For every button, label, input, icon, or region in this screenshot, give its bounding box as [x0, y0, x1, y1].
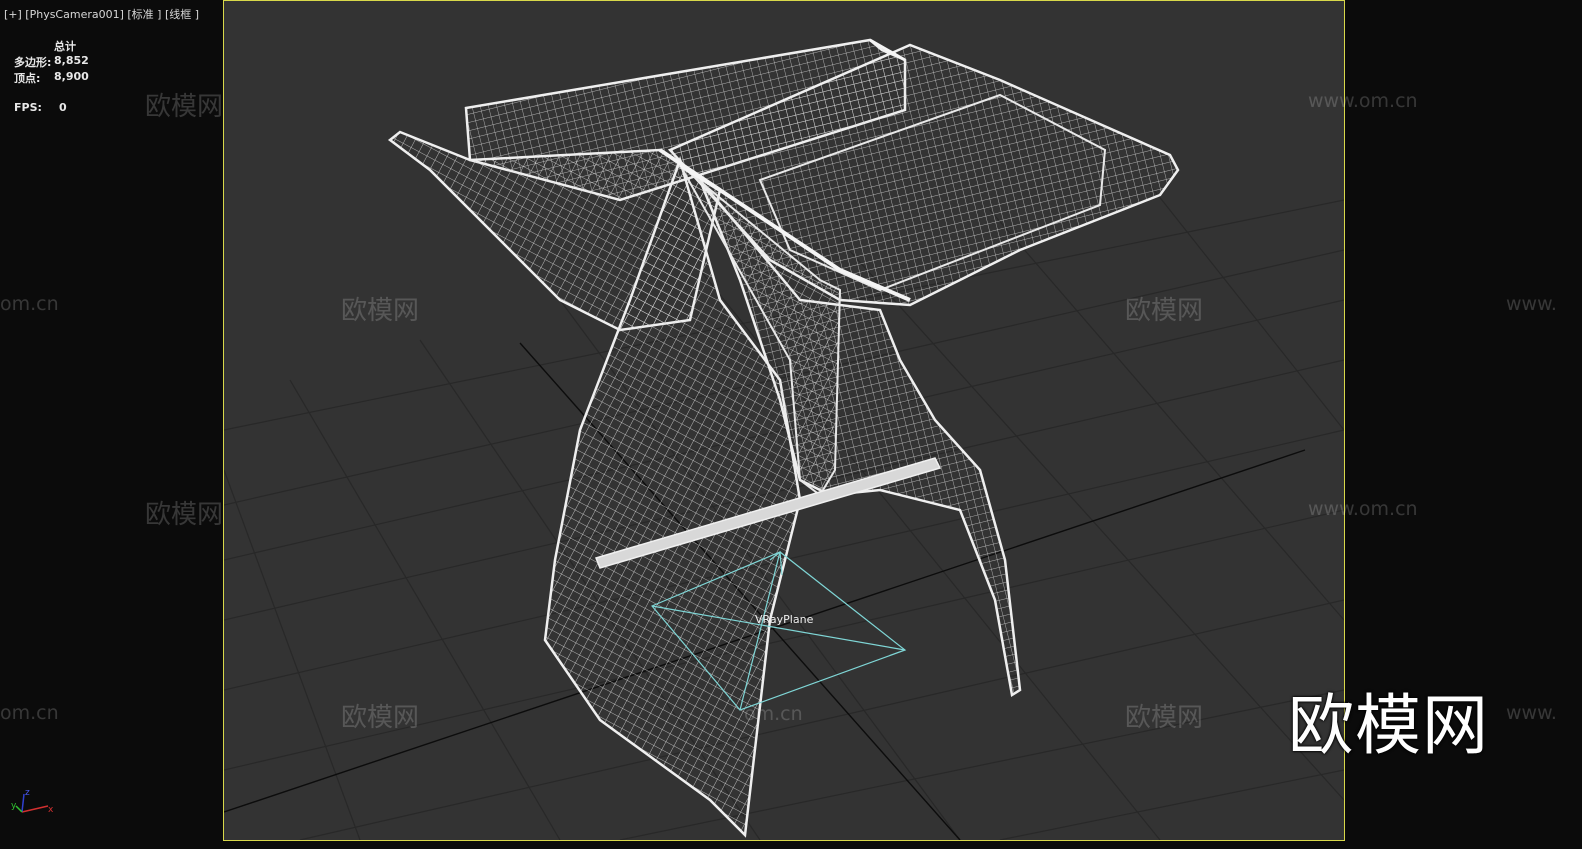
- watermark-text: 欧模网: [1125, 296, 1204, 326]
- watermark-url: om.cn: [0, 702, 59, 724]
- watermark-url: www.om.cn: [1308, 498, 1418, 520]
- axis-y-label: y: [11, 801, 17, 811]
- watermark-url: om.cn: [0, 293, 59, 315]
- watermark-url: www.: [1506, 293, 1557, 315]
- brand-watermark: 欧模网: [1288, 687, 1489, 764]
- axis-z-label: z: [25, 788, 30, 798]
- watermark-text: 欧模网: [1125, 703, 1204, 733]
- watermark-text: 欧模网: [145, 92, 224, 122]
- watermark-url: www.om.cn: [1308, 90, 1418, 112]
- watermark-url: om.cn: [744, 703, 803, 725]
- watermark-text: 欧模网: [341, 296, 420, 326]
- axis-tripod-icon: x z y: [11, 788, 54, 815]
- vray-plane-label: VRayPlane: [755, 613, 814, 626]
- axis-x-label: x: [48, 805, 54, 815]
- watermark-text: 欧模网: [145, 500, 224, 530]
- watermark-url: www.: [1506, 702, 1557, 724]
- watermark-text: 欧模网: [341, 703, 420, 733]
